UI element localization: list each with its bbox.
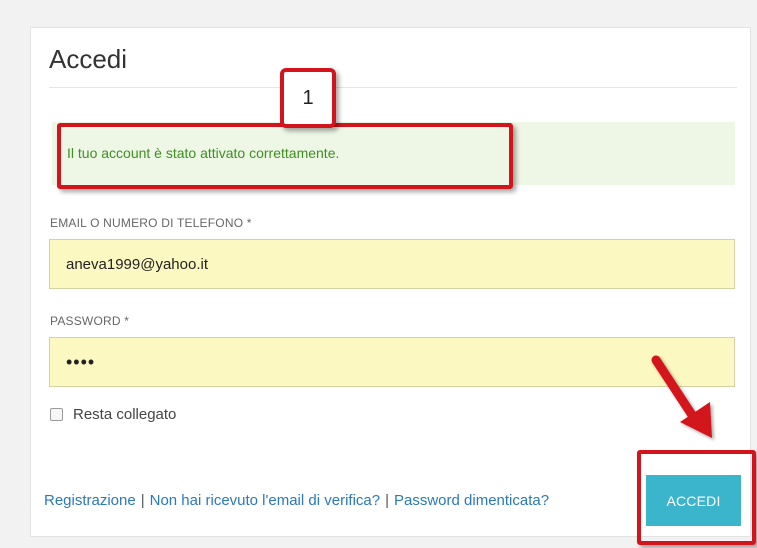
login-button[interactable]: ACCEDI — [646, 475, 741, 526]
email-label: EMAIL O NUMERO DI TELEFONO * — [50, 216, 252, 230]
password-label: PASSWORD * — [50, 314, 130, 328]
email-field[interactable] — [49, 239, 735, 289]
footer-links: Registrazione | Non hai ricevuto l'email d… — [44, 492, 549, 509]
password-field[interactable] — [49, 337, 735, 387]
link-separator: | — [140, 492, 145, 509]
remember-me-checkbox[interactable] — [50, 408, 63, 421]
title-divider — [49, 87, 737, 88]
remember-me-label[interactable]: Resta collegato — [73, 406, 176, 423]
forgot-password-link[interactable]: Password dimenticata? — [394, 492, 549, 509]
page-title: Accedi — [49, 44, 128, 74]
remember-me-row[interactable]: Resta collegato — [50, 406, 176, 423]
annotation-step-badge: 1 — [280, 68, 336, 128]
success-message: Il tuo account è stato attivato corretta… — [67, 145, 340, 161]
register-link[interactable]: Registrazione — [44, 492, 136, 509]
link-separator: | — [385, 492, 389, 509]
resend-verification-link[interactable]: Non hai ricevuto l'email di verifica? — [150, 492, 380, 509]
annotation-arrow-icon — [651, 355, 712, 438]
